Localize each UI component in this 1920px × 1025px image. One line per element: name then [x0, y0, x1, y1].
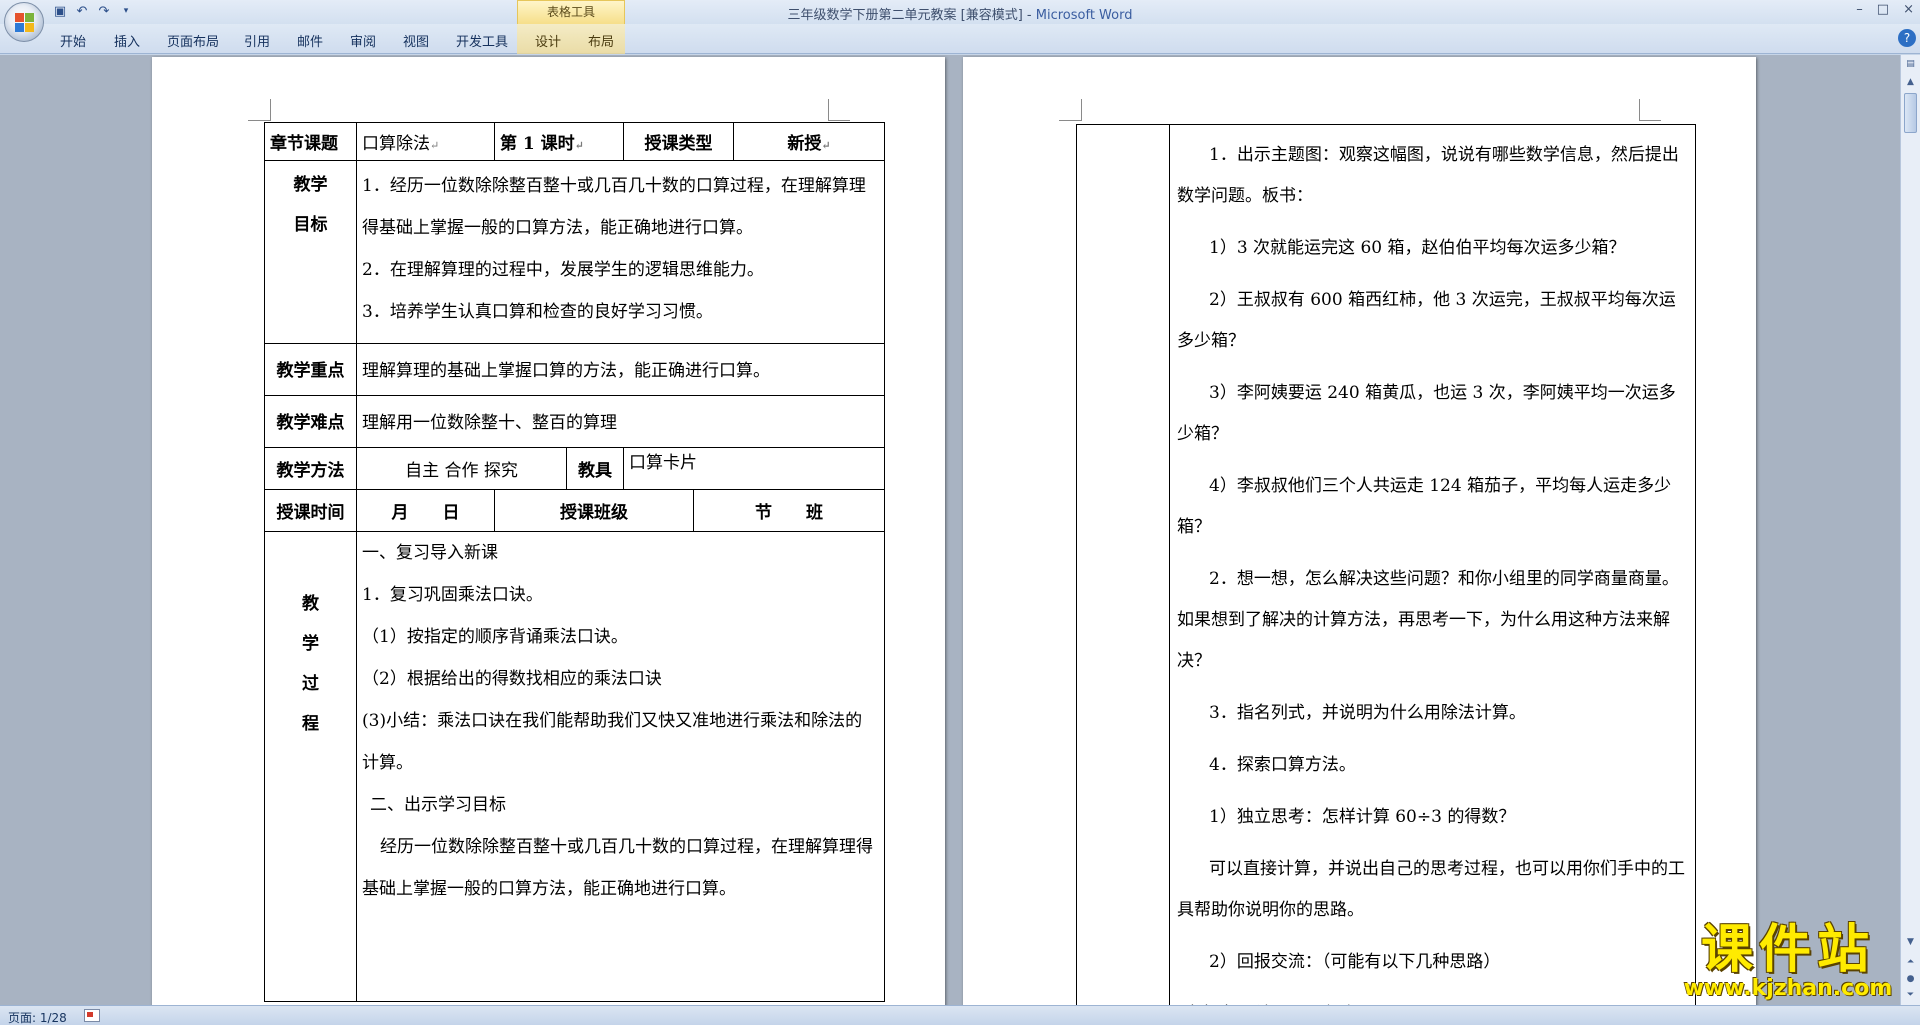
title-bar: ▣ ↶ ↷ ▾ 表格工具 三年级数学下册第二单元教案 [兼容模式] - Micr… [0, 0, 1920, 24]
paragraph: 3．指名列式，并说明为什么用除法计算。 [1209, 703, 1526, 723]
paragraph: 1．出示主题图：观察这幅图，说说有哪些数学信息，然后提出数学问题。板书： [1177, 145, 1679, 206]
tab-home[interactable]: 开始 [60, 31, 86, 50]
paragraph: 1）3 次就能运完这 60 箱，赵伯伯平均每次运多少箱？ [1209, 238, 1626, 258]
period-label[interactable]: 第 1 课时↵ [493, 122, 625, 161]
tab-mailings[interactable]: 邮件 [297, 31, 323, 50]
key-point-label: 教学重点 [264, 343, 357, 396]
help-icon[interactable]: ? [1898, 29, 1916, 47]
window-controls: – □ × [1856, 2, 1914, 17]
lesson-type-value[interactable]: 新授↵ [733, 122, 886, 161]
scroll-thumb[interactable] [1904, 93, 1917, 133]
tab-developer[interactable]: 开发工具 [456, 31, 508, 50]
office-button[interactable] [4, 2, 44, 42]
list-item: 一、复习导入新课 [362, 543, 498, 563]
page-count[interactable]: 页面: 1/28 [8, 1009, 67, 1025]
schedule-label: 授课时间 [264, 489, 357, 532]
table-row: 教 学 过 程 一、复习导入新课 1．复习巩固乘法口诀。 （1）按指定的顺序背诵… [264, 531, 886, 1002]
table-row: 教学 目标 1．经历一位数除除整百整十或几百几十数的口算过程，在理解算理得基础上… [264, 160, 886, 344]
list-item: （1）按指定的顺序背诵乘法口诀。 [362, 627, 628, 647]
chapter-topic-value[interactable]: 口算除法↵ [356, 122, 495, 161]
list-item: 二、出示学习目标 [370, 795, 506, 815]
list-item: 1．经历一位数除除整百整十或几百几十数的口算过程，在理解算理得基础上掌握一般的口… [362, 176, 866, 238]
objectives-cell[interactable]: 1．经历一位数除除整百整十或几百几十数的口算过程，在理解算理得基础上掌握一般的口… [355, 160, 886, 344]
list-item: 经历一位数除除整百整十或几百几十数的口算过程，在理解算理得基础上掌握一般的口算方… [362, 837, 873, 899]
list-item: 3．培养学生认真口算和检查的良好学习习惯。 [362, 302, 713, 322]
list-item: (3)小结：乘法口诀在我们能帮助我们又快又准地进行乘法和除法的计算。 [362, 711, 863, 773]
tools-label: 教具 [565, 447, 625, 490]
tab-review[interactable]: 审阅 [350, 31, 376, 50]
difficulty-label: 教学难点 [264, 395, 357, 448]
difficulty-value[interactable]: 理解用一位数除整十、整百的算理 [355, 395, 886, 448]
paragraph: 4）李叔叔他们三个人共运走 124 箱茄子，平均每人运走多少箱？ [1177, 476, 1672, 537]
status-bar: 页面: 1/28 [0, 1005, 1920, 1025]
close-button[interactable]: × [1903, 2, 1914, 17]
tab-references[interactable]: 引用 [244, 31, 270, 50]
paragraph: 2．想一想，怎么解决这些问题？和你小组里的同学商量商量。如果想到了解决的计算方法… [1177, 569, 1679, 671]
tab-layout[interactable]: 布局 [588, 31, 614, 50]
method-value[interactable]: 自主 合作 探究 [356, 447, 567, 490]
maximize-button[interactable]: □ [1877, 2, 1889, 17]
list-item: 2．在理解算理的过程中，发展学生的逻辑思维能力。 [362, 260, 764, 280]
vertical-scrollbar[interactable]: ▤ ▲ ▼ ⏶ ● ⏷ [1900, 55, 1920, 1005]
proofing-icon[interactable] [84, 1009, 100, 1022]
tab-view[interactable]: 视图 [403, 31, 429, 50]
objectives-label: 教学 目标 [264, 160, 357, 344]
watermark-url: www.kjzhan.com [1683, 976, 1893, 1001]
tools-value[interactable]: 口算卡片 [623, 447, 886, 490]
document-workspace[interactable]: 章节课题 口算除法↵ 第 1 课时↵ 授课类型 新授↵ 教学 目标 1．经历一位… [0, 55, 1900, 1005]
table-row: 教学重点 理解算理的基础上掌握口算的方法，能正确进行口算。 [264, 343, 886, 396]
paragraph: 2）回报交流：（可能有以下几种思路） [1209, 952, 1501, 972]
table-row: 教学方法 自主 合作 探究 教具 口算卡片 [264, 447, 886, 490]
method-label: 教学方法 [264, 447, 357, 490]
document-title: 三年级数学下册第二单元教案 [兼容模式] - [787, 8, 1036, 23]
scroll-up-icon[interactable]: ▲ [1903, 75, 1918, 90]
key-point-value[interactable]: 理解算理的基础上掌握口算的方法，能正确进行口算。 [355, 343, 886, 396]
continued-table[interactable]: 1．出示主题图：观察这幅图，说说有哪些数学信息，然后提出数学问题。板书： 1）3… [1076, 124, 1696, 1005]
class-label: 授课班级 [493, 489, 695, 532]
table-row: 教学难点 理解用一位数除整十、整百的算理 [264, 395, 886, 448]
class-value[interactable]: 节 班 [693, 489, 886, 532]
process-continued-cell[interactable]: 1．出示主题图：观察这幅图，说说有哪些数学信息，然后提出数学问题。板书： 1）3… [1177, 135, 1689, 1005]
ribbon-tab-bar: 开始 插入 页面布局 引用 邮件 审阅 视图 开发工具 设计 布局 ? [0, 24, 1920, 54]
lesson-type-label: 授课类型 [623, 122, 735, 161]
app-name: Microsoft Word [1035, 8, 1133, 23]
paragraph: 4．探索口算方法。 [1209, 755, 1356, 775]
paragraph: 1）独立思考：怎样计算 60÷3 的得数？ [1209, 807, 1516, 827]
table-row: 授课时间 月 日 授课班级 节 班 [264, 489, 886, 532]
site-watermark: 课件站 www.kjzhan.com [1668, 922, 1908, 1002]
window-title: 三年级数学下册第二单元教案 [兼容模式] - Microsoft Word [0, 4, 1920, 23]
minimize-button[interactable]: – [1856, 2, 1863, 17]
tab-page-layout[interactable]: 页面布局 [167, 31, 219, 50]
process-label: 教 学 过 程 [264, 531, 357, 1002]
paragraph: 2）王叔叔有 600 箱西红柿，他 3 次运完，王叔叔平均每次运多少箱？ [1177, 290, 1676, 351]
tab-design[interactable]: 设计 [535, 31, 561, 50]
watermark-text: 课件站 [1700, 920, 1875, 980]
tab-insert[interactable]: 插入 [114, 31, 140, 50]
office-logo-icon [15, 13, 35, 33]
list-item: （2）根据给出的得数找相应的乘法口诀 [362, 669, 662, 689]
paragraph: 3）李阿姨要运 240 箱黄瓜，也运 3 次，李阿姨平均一次运多少箱？ [1177, 383, 1676, 444]
ruler-toggle-icon[interactable]: ▤ [1903, 57, 1918, 72]
paragraph: 可以直接计算，并说出自己的思考过程，也可以用你们手中的工具帮助你说明你的思路。 [1177, 859, 1685, 920]
document-page-1[interactable]: 章节课题 口算除法↵ 第 1 课时↵ 授课类型 新授↵ 教学 目标 1．经历一位… [152, 57, 945, 1005]
chapter-topic-label: 章节课题 [264, 122, 357, 161]
table-row: 章节课题 口算除法↵ 第 1 课时↵ 授课类型 新授↵ [264, 122, 886, 161]
paragraph: （1）想口诀，二三得六 [1177, 994, 1689, 1005]
date-value[interactable]: 月 日 [356, 489, 495, 532]
process-cell[interactable]: 一、复习导入新课 1．复习巩固乘法口诀。 （1）按指定的顺序背诵乘法口诀。 （2… [355, 531, 886, 1002]
document-page-2[interactable]: 1．出示主题图：观察这幅图，说说有哪些数学信息，然后提出数学问题。板书： 1）3… [963, 57, 1756, 1005]
list-item: 1．复习巩固乘法口诀。 [362, 585, 543, 605]
lesson-plan-table[interactable]: 章节课题 口算除法↵ 第 1 课时↵ 授课类型 新授↵ 教学 目标 1．经历一位… [264, 122, 886, 1002]
